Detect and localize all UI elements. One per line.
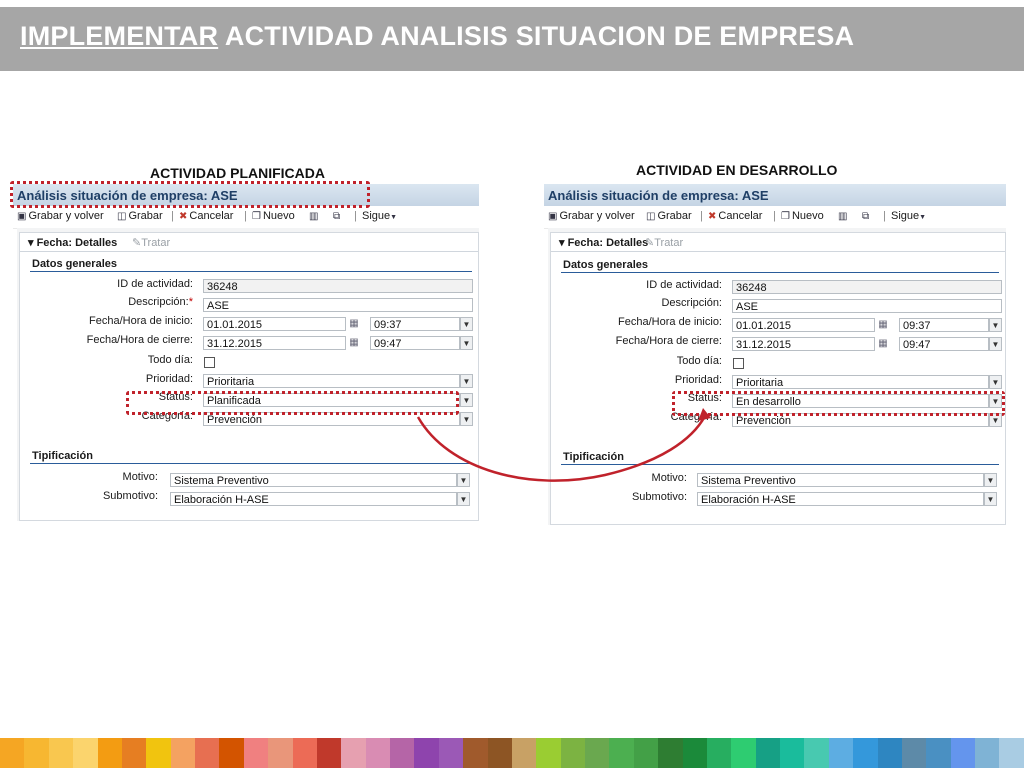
- transition-arrow: [416, 408, 711, 482]
- footer-stripe: [999, 738, 1024, 768]
- footer-stripe: [536, 738, 561, 768]
- footer-stripe: [658, 738, 683, 768]
- footer-stripe: [390, 738, 415, 768]
- footer-stripe: [24, 738, 49, 768]
- footer-stripe: [901, 738, 927, 768]
- footer-stripe: [682, 738, 707, 768]
- footer-stripe: [438, 738, 464, 768]
- footer-stripe: [0, 738, 25, 768]
- footer-stripe: [975, 738, 1000, 768]
- transition-arrow-line: [416, 415, 707, 482]
- footer-stripe: [316, 738, 342, 768]
- footer-stripe: [170, 738, 195, 768]
- footer-stripe: [731, 738, 756, 768]
- footer-stripe: [48, 738, 74, 768]
- footer-stripe: [243, 738, 269, 768]
- footer-stripe: [633, 738, 659, 768]
- footer-stripe: [706, 738, 732, 768]
- footer-stripe: [121, 738, 147, 768]
- footer-stripe: [755, 738, 780, 768]
- footer-stripe: [877, 738, 902, 768]
- footer-stripe: [97, 738, 122, 768]
- footer-stripe: [146, 738, 171, 768]
- footer-stripe: [268, 738, 293, 768]
- footer-stripe: [828, 738, 854, 768]
- footer-stripe: [853, 738, 878, 768]
- footer-stripe: [463, 738, 488, 768]
- footer-stripe: [585, 738, 610, 768]
- footer-stripe: [414, 738, 439, 768]
- footer-stripe: [341, 738, 366, 768]
- footer-stripe: [950, 738, 975, 768]
- footer-stripe: [73, 738, 98, 768]
- footer-stripe: [219, 738, 244, 768]
- footer-stripes: [0, 738, 1024, 768]
- transition-arrow-head: [698, 408, 711, 421]
- footer-stripe: [292, 738, 317, 768]
- footer-stripe: [609, 738, 634, 768]
- footer-stripe: [926, 738, 951, 768]
- footer-stripe: [487, 738, 512, 768]
- footer-stripe: [804, 738, 829, 768]
- footer-stripe: [780, 738, 805, 768]
- footer-stripe: [365, 738, 390, 768]
- footer-stripe: [195, 738, 220, 768]
- footer-stripe: [511, 738, 537, 768]
- footer-stripe: [560, 738, 585, 768]
